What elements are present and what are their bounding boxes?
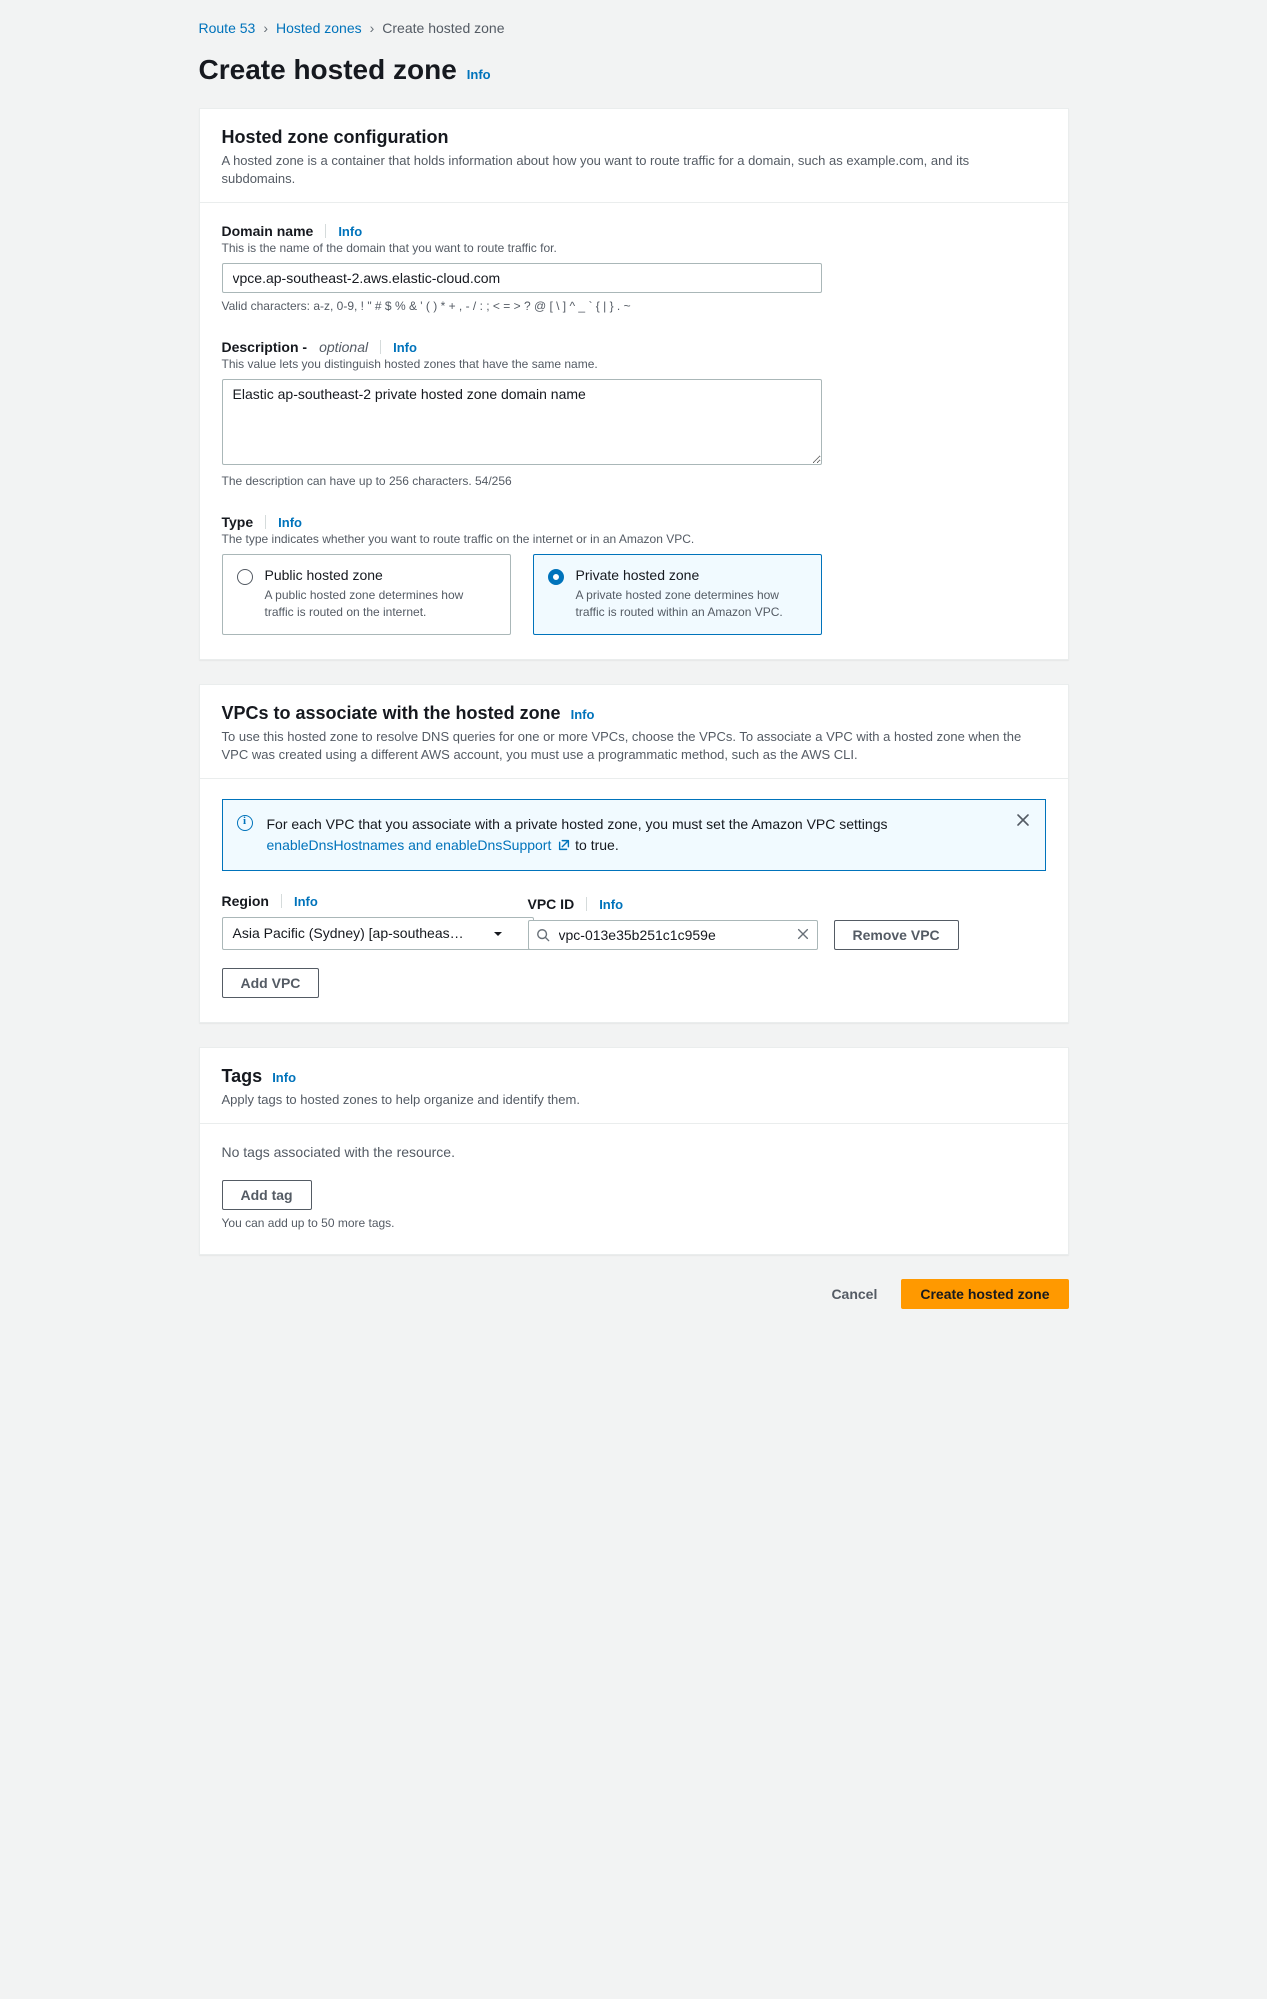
tile-public-desc: A public hosted zone determines how traf…: [265, 587, 496, 619]
cancel-button[interactable]: Cancel: [817, 1279, 891, 1309]
alert-link-dns-settings[interactable]: enableDnsHostnames and enableDnsSupport: [267, 837, 576, 853]
chevron-right-icon: ›: [370, 20, 375, 36]
label-vpc-id: VPC ID: [528, 896, 575, 912]
tags-empty-text: No tags associated with the resource.: [222, 1144, 1046, 1160]
tile-private-title: Private hosted zone: [576, 567, 807, 583]
separator: [325, 224, 326, 238]
info-link-description[interactable]: Info: [393, 340, 417, 355]
alert-link-text: enableDnsHostnames and enableDnsSupport: [267, 837, 552, 853]
region-select-value: Asia Pacific (Sydney) [ap-southeas…: [222, 917, 534, 950]
below-domain-name: Valid characters: a-z, 0-9, ! " # $ % & …: [222, 299, 1046, 313]
external-link-icon: [557, 838, 571, 852]
separator: [281, 894, 282, 908]
breadcrumb: Route 53 › Hosted zones › Create hosted …: [199, 20, 1069, 36]
hint-domain-name: This is the name of the domain that you …: [222, 241, 1046, 255]
panel-vpcs: VPCs to associate with the hosted zone I…: [199, 684, 1069, 1023]
label-region: Region: [222, 893, 269, 909]
info-link-tags[interactable]: Info: [272, 1070, 296, 1085]
info-link-vpc-id[interactable]: Info: [599, 897, 623, 912]
domain-name-input[interactable]: [222, 263, 822, 293]
description-textarea[interactable]: Elastic ap-southeast-2 private hosted zo…: [222, 379, 822, 465]
info-link-type[interactable]: Info: [278, 515, 302, 530]
info-link-region[interactable]: Info: [294, 894, 318, 909]
tile-public-title: Public hosted zone: [265, 567, 496, 583]
page-title-text: Create hosted zone: [199, 54, 457, 86]
label-description-optional: optional: [319, 339, 368, 355]
tile-public-zone[interactable]: Public hosted zone A public hosted zone …: [222, 554, 511, 634]
info-link-page[interactable]: Info: [467, 67, 491, 82]
tags-below: You can add up to 50 more tags.: [222, 1216, 1046, 1230]
radio-icon-selected: [548, 569, 564, 585]
panel-desc-tags: Apply tags to hosted zones to help organ…: [222, 1091, 1046, 1109]
below-description: The description can have up to 256 chara…: [222, 474, 1046, 488]
close-icon[interactable]: [1015, 812, 1033, 830]
field-type: Type Info The type indicates whether you…: [222, 514, 1046, 634]
breadcrumb-hosted-zones[interactable]: Hosted zones: [276, 20, 362, 36]
vpc-id-input[interactable]: [528, 920, 818, 950]
alert-text-before: For each VPC that you associate with a p…: [267, 816, 888, 832]
info-icon: [237, 815, 253, 831]
tile-private-desc: A private hosted zone determines how tra…: [576, 587, 807, 619]
create-hosted-zone-button[interactable]: Create hosted zone: [901, 1279, 1068, 1309]
label-description: Description - optional: [222, 339, 369, 355]
panel-title-config: Hosted zone configuration: [222, 127, 449, 148]
panel-desc-config: A hosted zone is a container that holds …: [222, 152, 1046, 188]
panel-tags: Tags Info Apply tags to hosted zones to …: [199, 1047, 1069, 1255]
add-tag-button[interactable]: Add tag: [222, 1180, 312, 1210]
alert-vpc-settings: For each VPC that you associate with a p…: [222, 799, 1046, 871]
field-domain-name: Domain name Info This is the name of the…: [222, 223, 1046, 313]
separator: [586, 897, 587, 911]
region-select[interactable]: Asia Pacific (Sydney) [ap-southeas…: [222, 917, 512, 950]
radio-icon: [237, 569, 253, 585]
breadcrumb-current: Create hosted zone: [382, 20, 504, 36]
info-link-domain[interactable]: Info: [338, 224, 362, 239]
info-link-vpcs[interactable]: Info: [571, 707, 595, 722]
footer-actions: Cancel Create hosted zone: [199, 1279, 1069, 1309]
field-description: Description - optional Info This value l…: [222, 339, 1046, 488]
panel-desc-vpcs: To use this hosted zone to resolve DNS q…: [222, 728, 1046, 764]
hint-description: This value lets you distinguish hosted z…: [222, 357, 1046, 371]
separator: [265, 515, 266, 529]
label-domain-name: Domain name: [222, 223, 314, 239]
tile-private-zone[interactable]: Private hosted zone A private hosted zon…: [533, 554, 822, 634]
panel-title-vpcs: VPCs to associate with the hosted zone: [222, 703, 561, 724]
label-description-text: Description -: [222, 339, 308, 355]
panel-hosted-zone-config: Hosted zone configuration A hosted zone …: [199, 108, 1069, 660]
label-type: Type: [222, 514, 254, 530]
hint-type: The type indicates whether you want to r…: [222, 532, 1046, 546]
clear-icon[interactable]: [796, 927, 812, 943]
panel-title-tags: Tags: [222, 1066, 263, 1087]
alert-text-after: to true.: [575, 837, 619, 853]
breadcrumb-route53[interactable]: Route 53: [199, 20, 256, 36]
add-vpc-button[interactable]: Add VPC: [222, 968, 320, 998]
chevron-right-icon: ›: [263, 20, 268, 36]
page-title: Create hosted zone Info: [199, 54, 1069, 86]
remove-vpc-button[interactable]: Remove VPC: [834, 920, 959, 950]
separator: [380, 340, 381, 354]
